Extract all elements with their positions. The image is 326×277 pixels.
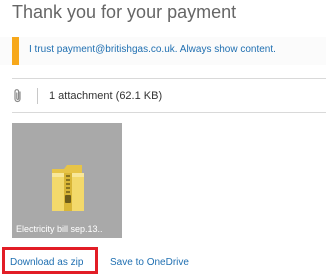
trust-banner-accent bbox=[12, 37, 19, 65]
message-title: Thank you for your payment bbox=[12, 2, 237, 22]
trust-sender-link[interactable]: I trust payment@britishgas.co.uk. Always… bbox=[29, 44, 276, 55]
download-as-zip-link[interactable]: Download as zip bbox=[10, 257, 83, 268]
zip-folder-icon bbox=[52, 165, 84, 211]
divider-bottom bbox=[12, 112, 326, 113]
attachment-separator bbox=[37, 88, 38, 104]
attachment-summary: 1 attachment (62.1 KB) bbox=[49, 90, 163, 102]
save-to-onedrive-link[interactable]: Save to OneDrive bbox=[110, 257, 189, 268]
paperclip-icon bbox=[14, 89, 21, 103]
attachment-actions: Download as zip Save to OneDrive bbox=[0, 247, 326, 277]
attachment-filename: Electricity bill sep.13.. bbox=[16, 224, 103, 234]
attachment-tile[interactable]: Electricity bill sep.13.. bbox=[12, 123, 122, 238]
divider-top bbox=[12, 78, 326, 79]
